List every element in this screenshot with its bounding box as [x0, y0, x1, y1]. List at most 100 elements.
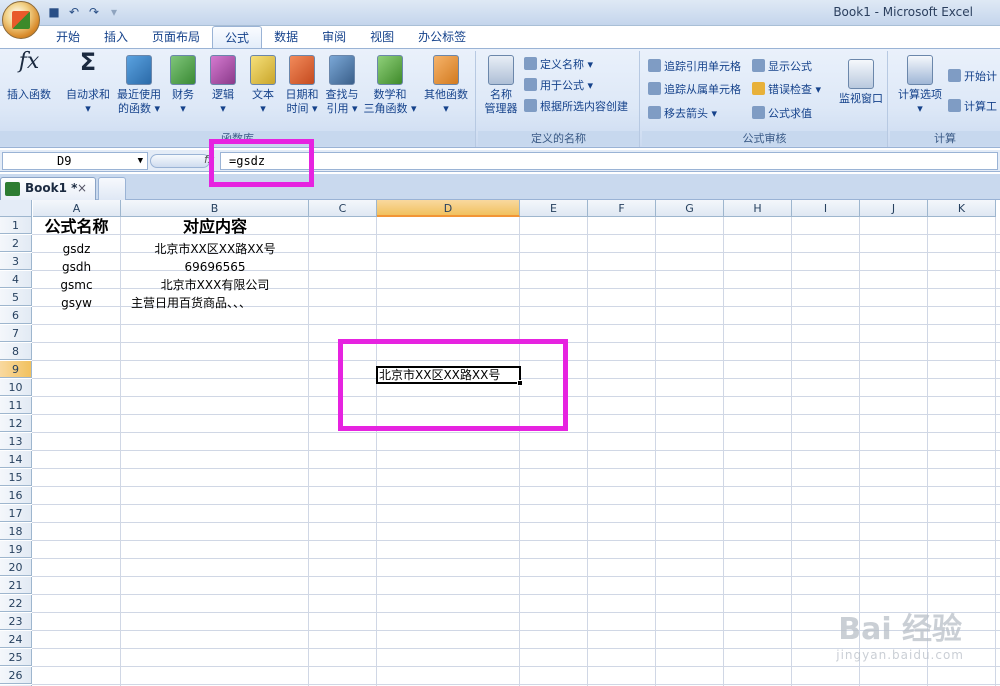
row-header-20[interactable]: 20 [0, 559, 32, 576]
calc-now-icon [948, 69, 961, 82]
calc-now-button[interactable]: 开始计 [948, 69, 997, 85]
workbook-tab[interactable]: Book1 * × [0, 177, 96, 200]
math-trig-button[interactable]: 数学和 三角函数 ▾ [362, 55, 418, 116]
customize-qat-icon[interactable]: ▾ [106, 4, 122, 20]
show-formulas-button[interactable]: 显示公式 [752, 59, 812, 75]
tab-view[interactable]: 视图 [358, 26, 406, 48]
cell-A5[interactable]: gsyw [33, 295, 120, 312]
insert-function-button[interactable]: fx 插入函数 [4, 51, 54, 102]
row-header-10[interactable]: 10 [0, 379, 32, 396]
cell-A1[interactable]: 公式名称 [33, 218, 120, 236]
office-button[interactable] [2, 1, 40, 39]
lookup-reference-button[interactable]: 查找与 引用 ▾ [322, 55, 362, 116]
tab-review[interactable]: 审阅 [310, 26, 358, 48]
evaluate-formula-button[interactable]: 公式求值 [752, 106, 812, 122]
row-header-8[interactable]: 8 [0, 343, 32, 360]
use-in-formula-button[interactable]: 用于公式 ▾ [524, 78, 593, 94]
row-header-2[interactable]: 2 [0, 235, 32, 252]
select-all-corner[interactable] [0, 200, 32, 217]
formula-input[interactable]: =gsdz [220, 152, 998, 170]
calc-sheet-button[interactable]: 计算工 [948, 99, 997, 115]
row-header-5[interactable]: 5 [0, 289, 32, 306]
row-header-3[interactable]: 3 [0, 253, 32, 270]
row-header-15[interactable]: 15 [0, 469, 32, 486]
define-name-button[interactable]: 定义名称 ▾ [524, 57, 593, 73]
row-header-6[interactable]: 6 [0, 307, 32, 324]
name-manager-button[interactable]: 名称 管理器 [480, 55, 522, 116]
tab-formulas[interactable]: 公式 [212, 26, 263, 48]
row-header-9[interactable]: 9 [0, 361, 32, 378]
column-header-E[interactable]: E [520, 200, 588, 217]
tab-office-tab[interactable]: 办公标签 [406, 26, 478, 48]
row-header-19[interactable]: 19 [0, 541, 32, 558]
error-checking-button[interactable]: 错误检查 ▾ [752, 82, 821, 98]
gridline-horizontal [32, 432, 1000, 433]
tab-home[interactable]: 开始 [44, 26, 92, 48]
row-header-25[interactable]: 25 [0, 649, 32, 666]
cell-A4[interactable]: gsmc [33, 277, 120, 294]
row-header-12[interactable]: 12 [0, 415, 32, 432]
lookup-book-icon [329, 55, 355, 85]
row-header-18[interactable]: 18 [0, 523, 32, 540]
cell-B1[interactable]: 对应内容 [121, 218, 309, 236]
text-button[interactable]: 文本 ▾ [246, 55, 280, 116]
row-header-1[interactable]: 1 [0, 217, 32, 234]
row-header-17[interactable]: 17 [0, 505, 32, 522]
cell-B2[interactable]: 北京市XX区XX路XX号 [121, 241, 309, 258]
create-from-selection-button[interactable]: 根据所选内容创建 [524, 99, 628, 115]
trace-dependents-button[interactable]: 追踪从属单元格 [648, 82, 741, 98]
date-time-button[interactable]: 日期和 时间 ▾ [282, 55, 322, 116]
row-header-26[interactable]: 26 [0, 667, 32, 684]
undo-icon[interactable]: ↶ [66, 4, 82, 20]
column-header-B[interactable]: B [121, 200, 309, 217]
trace-dependents-label: 追踪从属单元格 [664, 83, 741, 96]
row-header-11[interactable]: 11 [0, 397, 32, 414]
recently-used-button[interactable]: 最近使用 的函数 ▾ [114, 55, 164, 116]
cell-A3[interactable]: gsdh [33, 259, 120, 276]
column-header-K[interactable]: K [928, 200, 996, 217]
chevron-down-icon[interactable]: ▼ [138, 153, 143, 169]
column-header-C[interactable]: C [309, 200, 377, 217]
tab-data[interactable]: 数据 [262, 26, 310, 48]
cell-B5[interactable]: 主营日用百货商品、、、 [121, 295, 309, 312]
redo-icon[interactable]: ↷ [86, 4, 102, 20]
row-header-16[interactable]: 16 [0, 487, 32, 504]
remove-arrows-button[interactable]: 移去箭头 ▾ [648, 106, 717, 122]
row-header-24[interactable]: 24 [0, 631, 32, 648]
formula-bar-resize-handle[interactable] [150, 154, 210, 168]
math-trig-label: 数学和 [373, 88, 407, 101]
formula-highlight-box [209, 139, 314, 187]
row-header-14[interactable]: 14 [0, 451, 32, 468]
column-header-H[interactable]: H [724, 200, 792, 217]
row-header-23[interactable]: 23 [0, 613, 32, 630]
row-header-13[interactable]: 13 [0, 433, 32, 450]
gridline-horizontal [32, 450, 1000, 451]
trace-precedents-button[interactable]: 追踪引用单元格 [648, 59, 741, 75]
row-header-21[interactable]: 21 [0, 577, 32, 594]
close-icon[interactable]: × [77, 178, 87, 199]
row-header-22[interactable]: 22 [0, 595, 32, 612]
cell-B3[interactable]: 69696565 [121, 259, 309, 276]
row-header-4[interactable]: 4 [0, 271, 32, 288]
save-icon[interactable]: ■ [46, 4, 62, 20]
column-header-I[interactable]: I [792, 200, 860, 217]
name-box[interactable]: D9 ▼ [2, 152, 148, 170]
watch-window-button[interactable]: 监视窗口 [836, 55, 886, 106]
column-header-D[interactable]: D [377, 200, 520, 217]
tab-insert[interactable]: 插入 [92, 26, 140, 48]
financial-button[interactable]: 财务 ▾ [166, 55, 200, 116]
cell-B4[interactable]: 北京市XXX有限公司 [121, 277, 309, 294]
column-header-J[interactable]: J [860, 200, 928, 217]
logical-button[interactable]: 逻辑 ▾ [206, 55, 240, 116]
row-header-7[interactable]: 7 [0, 325, 32, 342]
column-header-A[interactable]: A [33, 200, 121, 217]
column-header-F[interactable]: F [588, 200, 656, 217]
tab-page-layout[interactable]: 页面布局 [140, 26, 212, 48]
autosum-button[interactable]: Σ 自动求和 ▾ [62, 50, 114, 116]
calc-options-button[interactable]: 计算选项 ▾ [894, 55, 946, 116]
new-workbook-tab[interactable] [98, 177, 126, 200]
more-functions-button[interactable]: 其他函数 ▾ [420, 55, 472, 116]
cell-A2[interactable]: gsdz [33, 241, 120, 258]
column-header-G[interactable]: G [656, 200, 724, 217]
remove-arrows-label: 移去箭头 ▾ [664, 107, 718, 120]
